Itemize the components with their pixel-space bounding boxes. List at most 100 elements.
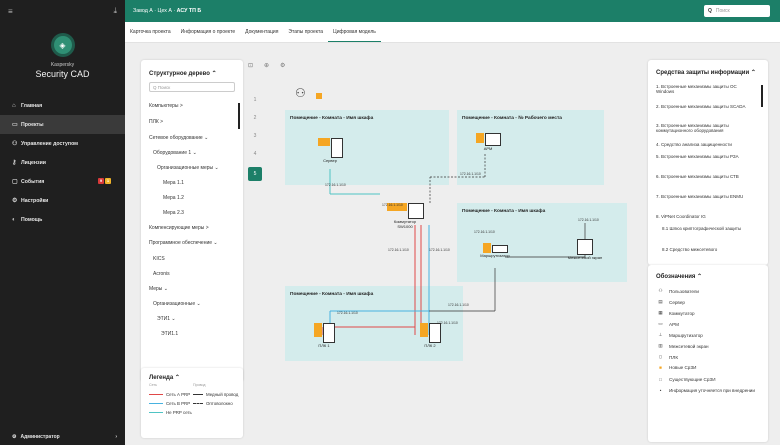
sdi-item[interactable]: 6. Встроенные механизмы защиты СТВ — [656, 174, 756, 179]
app-window: ≡ ⤓ ◈ Kaspersky Security CAD ⌂ Главная ▭ П… — [0, 0, 780, 445]
plc2-device[interactable]: ПЛК 2 — [415, 323, 445, 348]
plc-icon: ▯ — [659, 354, 662, 359]
breadcrumb: Завод А · Цех А · АСУ ТП Б — [125, 8, 201, 14]
events-badges: 9 1 — [98, 178, 111, 184]
tab-digital-model[interactable]: Цифровая модель — [328, 22, 381, 42]
sdi-badge-icon — [317, 138, 330, 146]
badge-yellow: 1 — [105, 178, 111, 184]
sidebar-top: ≡ ⤓ — [0, 0, 125, 22]
export-icon[interactable]: ⤓ — [113, 6, 117, 16]
notation-title[interactable]: Обозначения ⌃ — [656, 273, 702, 280]
sdi-item[interactable]: 8. ViPNet Coordinator IG — [656, 214, 756, 219]
existing-sdi-icon: □ — [659, 377, 662, 382]
notation-item: ▯ ПЛК — [656, 354, 678, 360]
arm-device[interactable]: АРМ — [473, 133, 503, 151]
sdi-item[interactable]: 4. Средство анализа защищенности — [656, 142, 756, 147]
sidebar-item-label: Главная — [21, 102, 43, 109]
sdi-item[interactable]: 2. Встроенные механизмы защиты SCADA — [656, 104, 756, 109]
chevron-right-icon: › — [115, 434, 117, 440]
sidebar-item-home[interactable]: ⌂ Главная — [0, 96, 125, 115]
menu-icon[interactable]: ≡ — [8, 7, 13, 16]
sidebar-item-access[interactable]: ⚇ Управление доступом — [0, 134, 125, 153]
server-icon — [330, 138, 343, 158]
plc1-label: ПЛК 1 — [318, 343, 330, 348]
dot-icon: • — [659, 388, 662, 393]
sidebar-item-label: Настройки — [21, 197, 49, 204]
sidebar-item-projects[interactable]: ▭ Проекты — [0, 115, 125, 134]
top-header: Завод А · Цех А · АСУ ТП Б Q Поиск — [125, 0, 780, 22]
switch-icon: ▦ — [658, 310, 663, 315]
port-label: 172.16.1.1/10 — [325, 183, 346, 187]
notation-item: ▭ АРМ — [656, 321, 679, 327]
port-label: 172.16.1.1/10 — [437, 321, 458, 325]
router-icon — [491, 245, 508, 253]
gear-icon: ⚙ — [12, 198, 18, 204]
notation-item: • Информация уточняется при внедрении — [656, 388, 756, 393]
search-input[interactable]: Q Поиск — [704, 5, 770, 17]
sdi-scrollbar[interactable] — [761, 85, 763, 107]
sdi-badge-icon — [313, 323, 322, 337]
notation-item: ⊥ Маршрутизатор — [656, 332, 702, 338]
users-icon: ⚇ — [658, 288, 663, 293]
logo: ◈ Kaspersky Security CAD — [0, 36, 125, 79]
user-gear-icon: ⚙ — [12, 434, 17, 440]
port-label: 172.16.1.1/10 — [382, 203, 403, 207]
crumb-shop[interactable]: Цех А — [158, 8, 172, 14]
notation-item: ▤ Сервер — [656, 299, 685, 305]
badge-red: 9 — [98, 178, 104, 184]
port-label: 172.16.1.1/10 — [474, 230, 495, 234]
sdi-item[interactable]: 7. Встроенные механизмы защиты ENMU — [656, 194, 756, 199]
firewall-label: Межсетевой экран — [567, 255, 603, 260]
plc1-device[interactable]: ПЛК 1 — [309, 323, 339, 348]
notation-item: □ Существующие СрЗИ — [656, 377, 715, 382]
plc-icon — [428, 323, 441, 343]
sdi-item[interactable]: 3. Встроенные механизмы защиты коммутаци… — [656, 123, 756, 133]
search-placeholder: Поиск — [715, 8, 730, 14]
user-name: Администратор — [20, 434, 60, 440]
notation-panel: Обозначения ⌃ ⚇ Пользователи ▤ Сервер ▦ Ком… — [648, 265, 768, 442]
sdi-item[interactable]: 8.2 Средство межсетевого — [662, 247, 752, 252]
port-label: 172.16.1.1/10 — [448, 303, 469, 307]
tab-stages[interactable]: Этапы проекта — [283, 22, 328, 42]
router-device[interactable]: Маршрутизатор — [475, 243, 515, 258]
tab-bar: Карточка проекта Информация о проекте До… — [125, 22, 780, 43]
sdi-item[interactable]: 1. Встроенные механизмы защиты ОС Window… — [656, 84, 756, 94]
crumb-factory[interactable]: Завод А — [133, 8, 153, 14]
tab-project-info[interactable]: Информация о проекте — [176, 22, 240, 42]
port-label: 172.16.1.1/10 — [337, 311, 358, 315]
sidebar-item-label: Лицензии — [21, 159, 46, 166]
server-label: Сервер — [323, 158, 337, 163]
arm-label: АРМ — [483, 146, 493, 151]
workspace: Структурное дерево ⌃ Q Поиск Компьютеры … — [125, 43, 780, 445]
folder-icon: ▭ — [12, 122, 18, 128]
sdi-badge-icon — [475, 133, 484, 143]
firewall-device[interactable]: Межсетевой экран — [565, 239, 605, 260]
tab-documentation[interactable]: Документация — [240, 22, 283, 42]
user-menu[interactable]: ⚙ Администратор › — [0, 429, 125, 445]
tab-project-card[interactable]: Карточка проекта — [125, 22, 176, 42]
events-icon: ▢ — [12, 179, 18, 185]
sdi-title[interactable]: Средства защиты информации ⌃ — [656, 69, 756, 76]
sidebar: ≡ ⤓ ◈ Kaspersky Security CAD ⌂ Главная ▭ П… — [0, 0, 125, 445]
sidebar-item-events[interactable]: ▢ События 9 1 — [0, 172, 125, 191]
sdi-item[interactable]: 5. Встроенные механизмы защиты РЗА — [656, 154, 756, 159]
monitor-icon — [484, 133, 501, 146]
sdi-item[interactable]: 8.1 Шлюз криптографической защиты — [662, 226, 752, 231]
notation-item: ▥ Межсетевой экран — [656, 343, 708, 349]
search-icon: Q — [708, 8, 712, 14]
notation-item: ■ Новые СрЗИ — [656, 365, 696, 370]
sidebar-item-licenses[interactable]: ⚷ Лицензии — [0, 153, 125, 172]
sidebar-item-help[interactable]: ◐ Помощь — [0, 210, 125, 229]
server-icon: ▤ — [658, 299, 663, 304]
server-device[interactable]: Сервер — [315, 138, 345, 163]
sdi-badge-icon — [482, 243, 491, 253]
sidebar-item-settings[interactable]: ⚙ Настройки — [0, 191, 125, 210]
notation-item: ⚇ Пользователи — [656, 288, 699, 294]
sdi-badge-icon — [419, 323, 428, 337]
help-icon: ◐ — [12, 216, 16, 223]
sidebar-item-label: События — [21, 178, 45, 185]
sidebar-menu: ⌂ Главная ▭ Проекты ⚇ Управление доступом ⚷… — [0, 96, 125, 229]
key-icon: ⚷ — [12, 160, 17, 166]
brand-name: Security CAD — [35, 69, 90, 79]
router-icon: ⊥ — [658, 332, 663, 337]
